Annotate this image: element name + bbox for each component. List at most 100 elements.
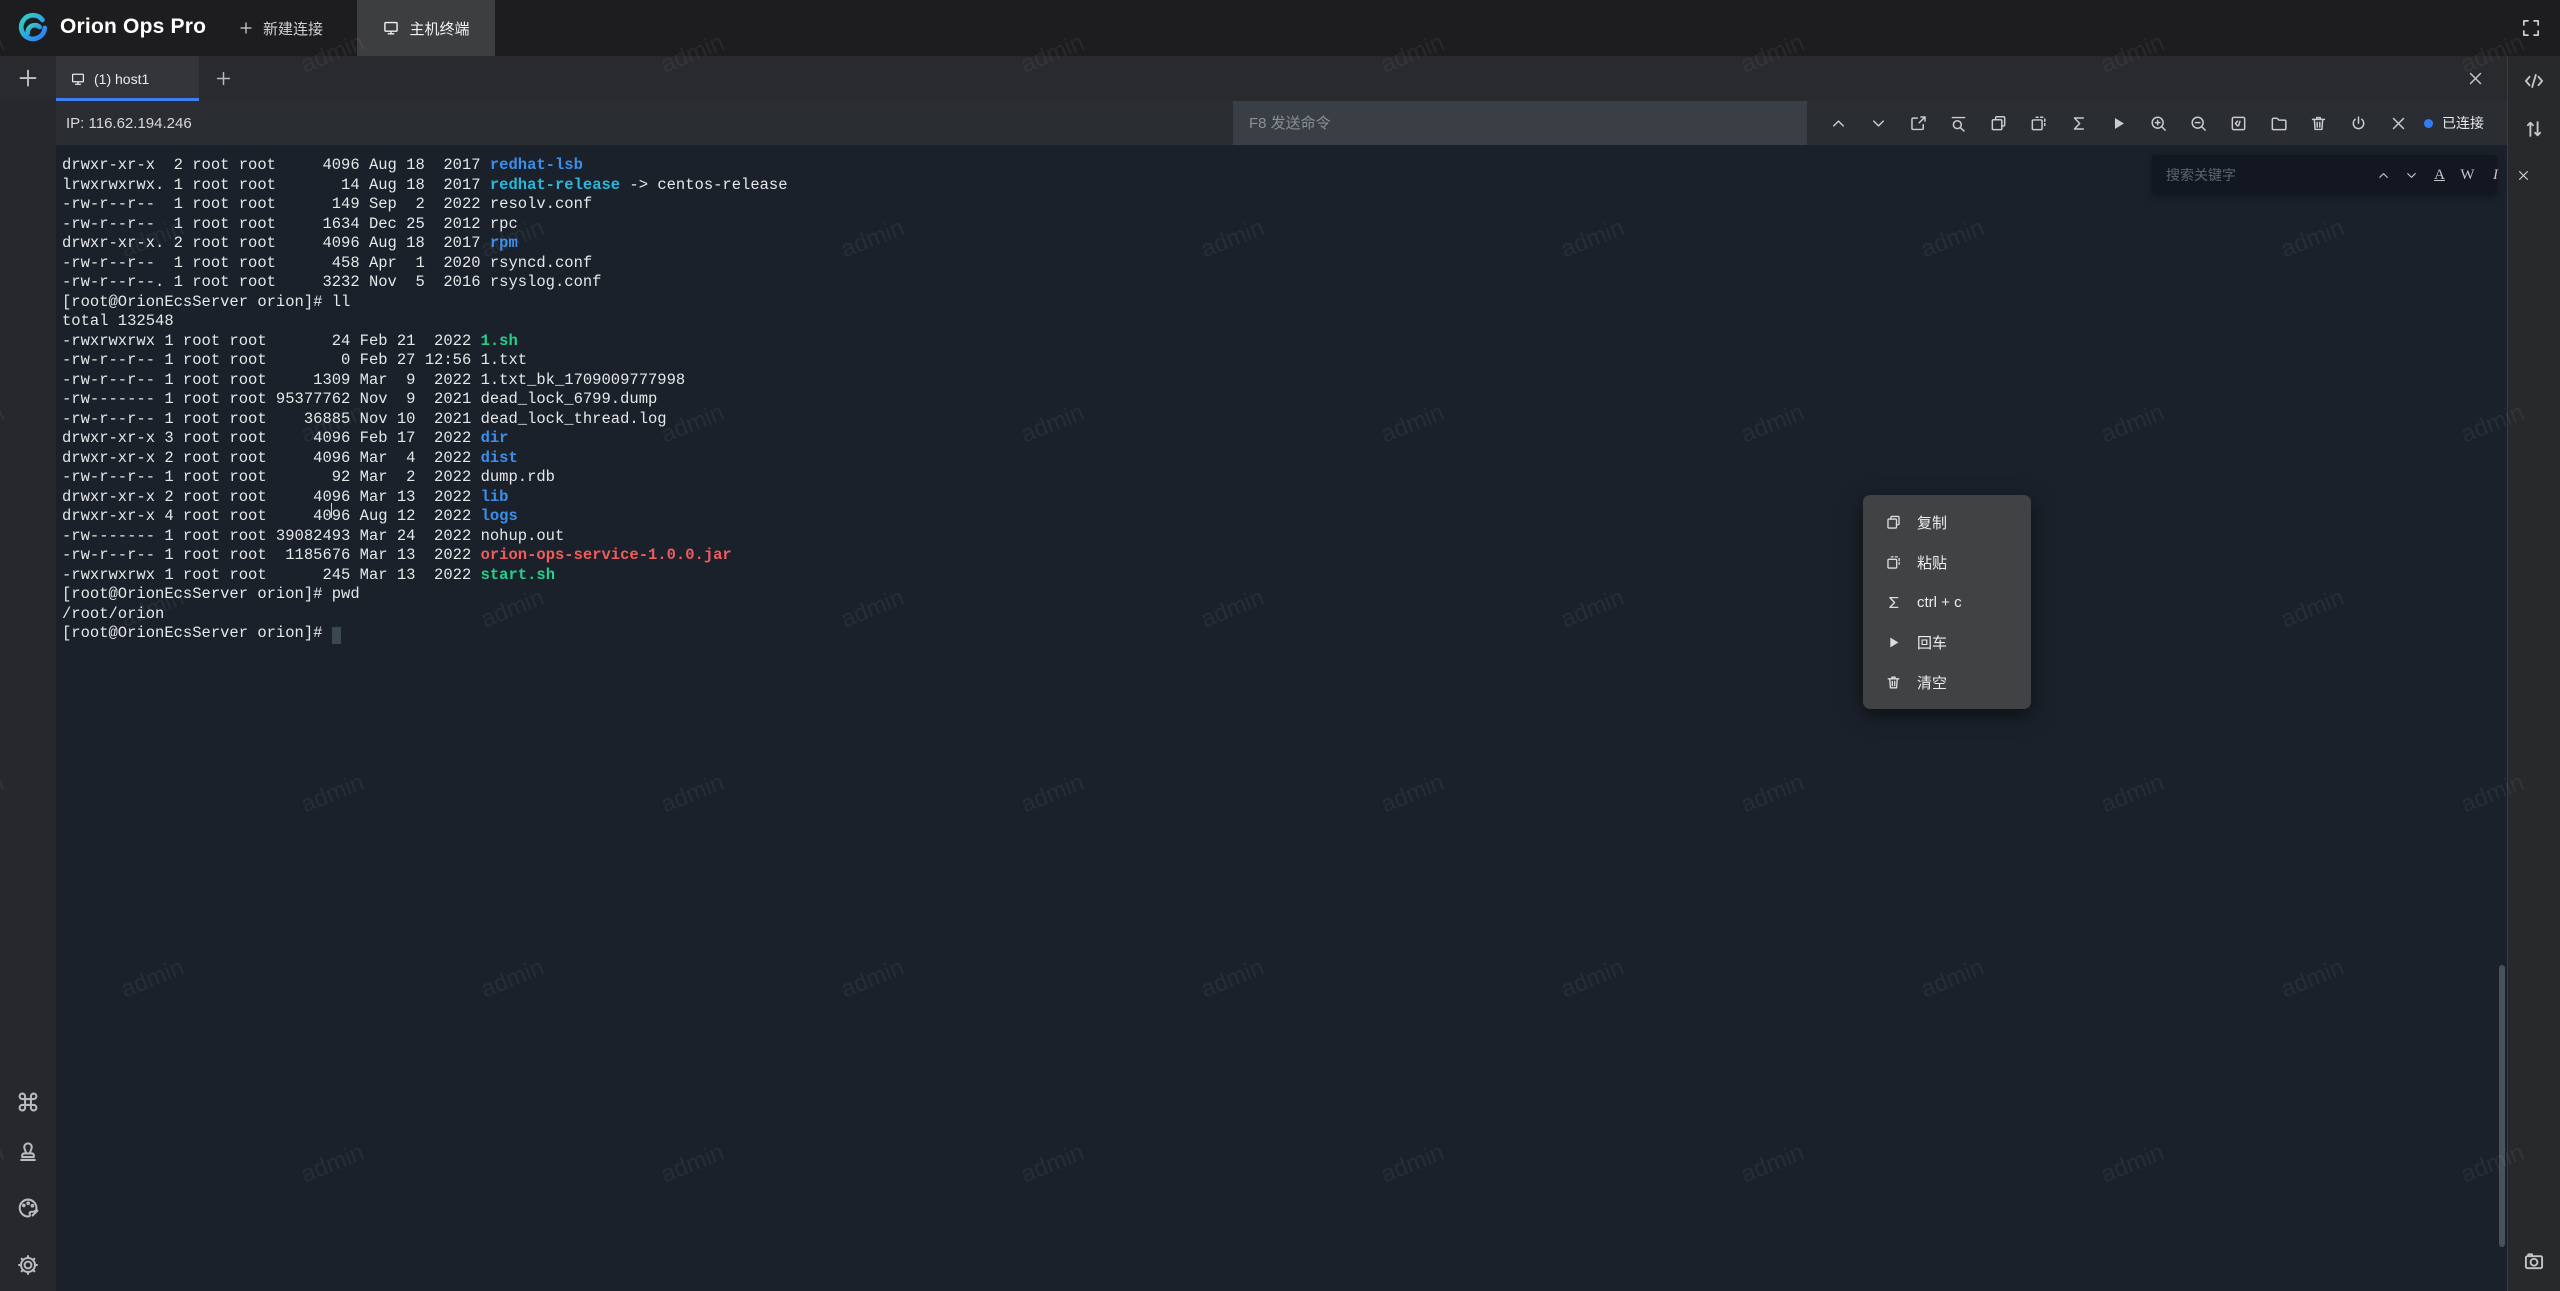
toolbar-icons [1826, 101, 2410, 145]
terminal-line: drwxr-xr-x 3 root root 4096 Feb 17 2022 … [62, 429, 788, 449]
send-command-input[interactable] [1233, 101, 1807, 145]
context-menu-item-paste[interactable]: 粘贴 [1863, 542, 2031, 582]
status-dot [2424, 119, 2433, 128]
chevron-down-icon[interactable] [1866, 111, 1890, 135]
terminal-line: -rw-r--r-- 1 root root 149 Sep 2 2022 re… [62, 195, 788, 215]
context-menu-item-play[interactable]: 回车 [1863, 622, 2031, 662]
copy-icon [1884, 513, 1902, 531]
swap-vertical-icon[interactable] [2522, 117, 2546, 141]
tab-host1[interactable]: (1) host1 [56, 56, 199, 101]
chevron-up-icon[interactable] [1826, 111, 1850, 135]
terminal-line: drwxr-xr-x 2 root root 4096 Aug 18 2017 … [62, 156, 788, 176]
terminal-line: -rw-r--r-- 1 root root 1185676 Mar 13 20… [62, 546, 788, 566]
status-label: 已连接 [2442, 113, 2484, 133]
terminal-line: drwxr-xr-x 2 root root 4096 Mar 4 2022 d… [62, 449, 788, 469]
host-terminal-tab[interactable]: 主机终端 [357, 0, 495, 56]
terminal-line: -rw-r--r-- 1 root root 0 Feb 27 12:56 1.… [62, 351, 788, 371]
terminal-toolbar: IP: 116.62.194.246 已连接 [0, 101, 2507, 145]
terminal-line: drwxr-xr-x 4 root root 4096 Aug 12 2022 … [62, 507, 788, 527]
trash-icon[interactable] [2306, 111, 2330, 135]
context-menu-item-trash[interactable]: 清空 [1863, 662, 2031, 702]
sigma-icon[interactable] [2066, 111, 2090, 135]
active-tab-indicator [56, 98, 199, 101]
terminal-screen[interactable]: drwxr-xr-x 2 root root 4096 Aug 18 2017 … [56, 145, 2507, 1291]
match-case-toggle[interactable]: A [2431, 167, 2448, 184]
close-icon[interactable] [2386, 111, 2410, 135]
terminal-line: drwxr-xr-x. 2 root root 4096 Aug 18 2017… [62, 234, 788, 254]
regex-toggle[interactable]: I [2487, 167, 2504, 184]
code-icon[interactable] [2522, 69, 2546, 93]
plus-icon [238, 20, 254, 36]
search-close-icon[interactable] [2515, 167, 2532, 184]
play-icon [1884, 633, 1902, 651]
file-name: lib [481, 488, 509, 506]
terminal-scrollbar-thumb[interactable] [2499, 965, 2505, 1247]
zoom-out-icon[interactable] [2186, 111, 2210, 135]
new-tab-button[interactable] [214, 69, 233, 88]
file-name: logs [481, 507, 518, 525]
camera-icon[interactable] [2522, 1249, 2546, 1273]
paste-icon[interactable] [2026, 111, 2050, 135]
monitor-icon [70, 71, 86, 87]
search-next-icon[interactable] [2403, 167, 2420, 184]
terminal-line: -rw-r--r-- 1 root root 1634 Dec 25 2012 … [62, 215, 788, 235]
file-name: rpm [490, 234, 518, 252]
search-icon[interactable] [1946, 111, 1970, 135]
terminal-line: -rw-r--r-- 1 root root 458 Apr 1 2020 rs… [62, 254, 788, 274]
gear-icon[interactable] [15, 1252, 41, 1278]
zoom-in-icon[interactable] [2146, 111, 2170, 135]
code-square-icon[interactable] [2226, 111, 2250, 135]
folder-icon[interactable] [2266, 111, 2290, 135]
monitor-icon [382, 19, 400, 37]
search-prev-icon[interactable] [2375, 167, 2392, 184]
terminal-line: [root@OrionEcsServer orion]# [62, 624, 788, 644]
terminal-line: -rwxrwxrwx 1 root root 24 Feb 21 2022 1.… [62, 332, 788, 352]
expand-icon[interactable] [1906, 111, 1930, 135]
context-menu-label: 回车 [1917, 632, 1947, 653]
terminal-line: total 132548 [62, 312, 788, 332]
terminal-line: -rwxrwxrwx 1 root root 245 Mar 13 2022 s… [62, 566, 788, 586]
search-controls: AWI [2375, 167, 2532, 184]
copy-icon[interactable] [1986, 111, 2010, 135]
play-icon[interactable] [2106, 111, 2130, 135]
close-tab-icon[interactable] [2466, 69, 2485, 88]
context-menu-label: ctrl + c [1917, 594, 1962, 611]
context-menu-item-copy[interactable]: 复制 [1863, 502, 2031, 542]
terminal-line: -rw-r--r-- 1 root root 36885 Nov 10 2021… [62, 410, 788, 430]
power-icon[interactable] [2346, 111, 2370, 135]
terminal-line: -rw-r--r-- 1 root root 1309 Mar 9 2022 1… [62, 371, 788, 391]
terminal-line: /root/orion [62, 605, 788, 625]
terminal-line: -rw-r--r-- 1 root root 92 Mar 2 2022 dum… [62, 468, 788, 488]
sigma-icon [1884, 593, 1902, 611]
palette-icon[interactable] [15, 1195, 41, 1221]
file-name: start.sh [481, 566, 555, 584]
file-name: redhat-lsb [490, 156, 583, 174]
paste-icon [1884, 553, 1902, 571]
terminal-cursor [332, 627, 341, 644]
context-menu-label: 复制 [1917, 512, 1947, 533]
terminal-output: drwxr-xr-x 2 root root 4096 Aug 18 2017 … [62, 156, 788, 644]
orion-logo-icon [16, 11, 50, 45]
context-menu-item-sigma[interactable]: ctrl + c [1863, 582, 2031, 622]
terminal-line: -rw-r--r--. 1 root root 3232 Nov 5 2016 … [62, 273, 788, 293]
left-sidebar [0, 101, 56, 1291]
host-ip: IP: 116.62.194.246 [66, 101, 192, 145]
tab-label: (1) host1 [94, 71, 149, 87]
file-name: redhat-release [490, 176, 620, 194]
command-icon[interactable] [15, 1089, 41, 1115]
file-name: dist [481, 449, 518, 467]
right-sidebar [2507, 56, 2560, 1291]
trash-icon [1884, 673, 1902, 691]
stamp-icon[interactable] [15, 1138, 41, 1164]
terminal-context-menu: 复制粘贴 ctrl + c 回车清空 [1863, 495, 2031, 709]
whole-word-toggle[interactable]: W [2459, 167, 2476, 184]
search-input[interactable] [2152, 167, 2347, 183]
file-name: 1.sh [481, 332, 518, 350]
terminal-line: -rw------- 1 root root 95377762 Nov 9 20… [62, 390, 788, 410]
add-terminal-button[interactable] [16, 66, 40, 90]
fullscreen-icon[interactable] [2520, 17, 2542, 39]
file-name: orion-ops-service-1.0.0.jar [481, 546, 732, 564]
terminal-tab-bar: (1) host1 [0, 56, 2507, 101]
new-connection-button[interactable]: 新建连接 [238, 0, 323, 56]
context-menu-label: 清空 [1917, 672, 1947, 693]
